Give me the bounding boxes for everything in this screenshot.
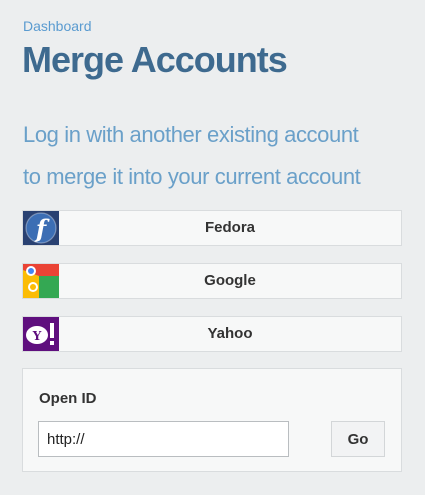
- fedora-label: Fedora: [204, 219, 255, 236]
- yahoo-label: Yahoo: [207, 325, 253, 342]
- fedora-login-button[interactable]: f Fedora: [22, 210, 402, 246]
- intro-line-1: Log in with another existing account: [23, 122, 359, 147]
- merge-accounts-page: Dashboard Merge Accounts Log in with ano…: [0, 0, 425, 495]
- page-title: Merge Accounts: [22, 39, 288, 80]
- yahoo-login-button[interactable]: Y Yahoo: [22, 316, 402, 352]
- google-label: Google: [204, 272, 256, 289]
- intro-text: Log in with another existing account to …: [23, 114, 408, 198]
- fedora-logo-icon: f: [23, 211, 59, 245]
- google-login-button[interactable]: Google: [22, 263, 402, 299]
- breadcrumb-dashboard-link[interactable]: Dashboard: [23, 17, 92, 35]
- yahoo-logo-icon: Y: [23, 317, 59, 351]
- go-button[interactable]: Go: [331, 421, 385, 457]
- openid-url-input[interactable]: [38, 421, 289, 457]
- svg-text:Y: Y: [32, 329, 42, 343]
- intro-line-2: to merge it into your current account: [23, 164, 361, 189]
- google-logo-icon: [23, 264, 59, 298]
- openid-panel: Open ID Go: [22, 368, 402, 472]
- openid-label: Open ID: [39, 390, 97, 407]
